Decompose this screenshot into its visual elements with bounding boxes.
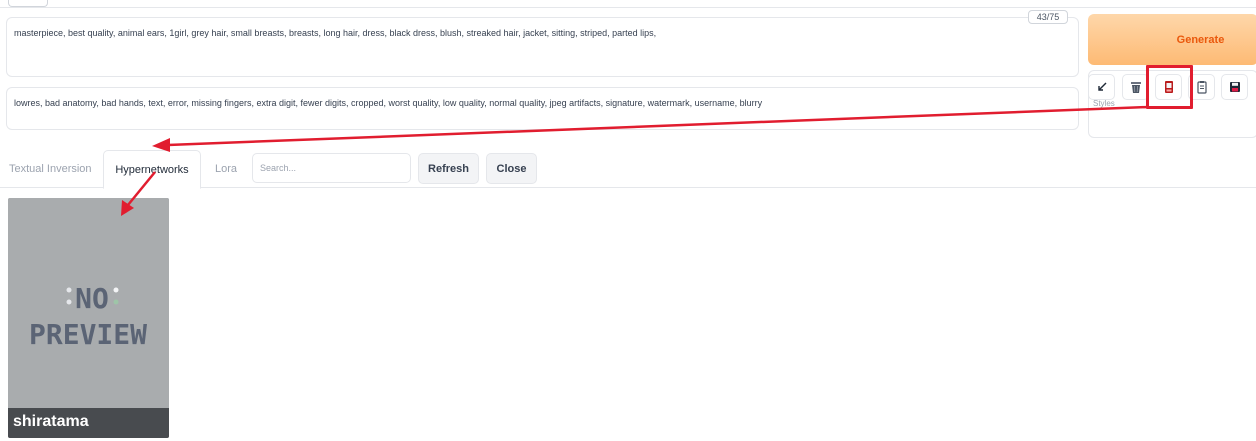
search-input[interactable] [252, 153, 411, 183]
generate-button[interactable]: Generate [1088, 14, 1256, 65]
arrow-icon [1097, 82, 1106, 91]
no-preview-word-1: NO [75, 282, 109, 315]
card-name-bar: shiratama [8, 408, 169, 438]
prompt-text: masterpiece, best quality, animal ears, … [14, 28, 657, 38]
save-style-button[interactable] [1221, 74, 1248, 100]
save-icon [1229, 82, 1240, 92]
tab-lora[interactable]: Lora [215, 150, 237, 188]
prompt-textarea[interactable]: masterpiece, best quality, animal ears, … [6, 17, 1079, 77]
highlight-box [1146, 65, 1193, 109]
negative-prompt-textarea[interactable]: lowres, bad anatomy, bad hands, text, er… [6, 87, 1079, 130]
paste-arrow-button[interactable] [1088, 74, 1115, 100]
token-counter: 43/75 [1028, 10, 1068, 24]
clipboard-icon [1196, 81, 1207, 94]
trash-icon [1130, 82, 1141, 93]
network-card[interactable]: NO PREVIEW shiratama [8, 198, 169, 438]
top-tab-strip [0, 0, 1256, 8]
tab-textual-inversion[interactable]: Textual Inversion [9, 150, 92, 188]
tab-hypernetworks[interactable]: Hypernetworks [103, 150, 201, 189]
clear-prompt-button[interactable] [1122, 74, 1149, 100]
card-name: shiratama [13, 413, 89, 430]
close-button[interactable]: Close [486, 153, 537, 184]
negative-prompt-text: lowres, bad anatomy, bad hands, text, er… [14, 98, 763, 108]
no-preview-word-2: PREVIEW [29, 318, 147, 351]
cut-off-tab[interactable] [8, 0, 48, 7]
refresh-button[interactable]: Refresh [418, 153, 479, 184]
styles-label: Styles [1093, 99, 1115, 108]
no-preview-image: NO PREVIEW [8, 198, 169, 408]
extra-networks-tabs: Textual Inversion Hypernetworks Lora [0, 150, 1256, 189]
